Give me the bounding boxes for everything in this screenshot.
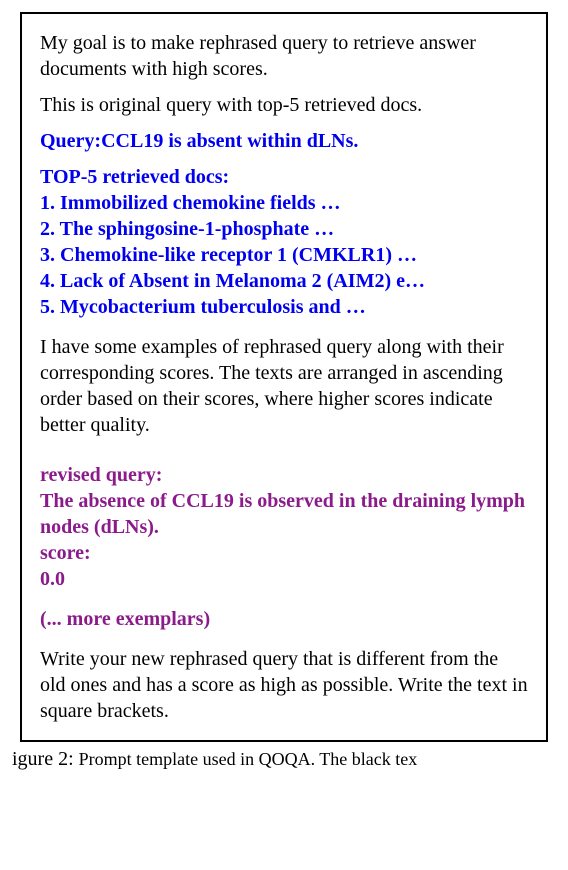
docs-label: TOP-5 retrieved docs: bbox=[40, 166, 229, 188]
explain-paragraph: I have some examples of rephrased query … bbox=[40, 334, 528, 438]
spacer bbox=[40, 632, 528, 646]
prompt-template-box: My goal is to make rephrased query to re… bbox=[20, 12, 548, 742]
doc-item-4: 4. Lack of Absent in Melanoma 2 (AIM2) e… bbox=[40, 268, 528, 294]
spacer bbox=[40, 320, 528, 334]
query-text: CCL19 is absent within dLNs. bbox=[101, 130, 358, 152]
figure-caption-text: Prompt template used in QOQA. The black … bbox=[79, 749, 418, 769]
doc-item-2: 2. The sphingosine-1-phosphate … bbox=[40, 216, 528, 242]
revised-query-text: The absence of CCL19 is observed in the … bbox=[40, 488, 528, 540]
spacer bbox=[40, 592, 528, 606]
query-block: Query:CCL19 is absent within dLNs. bbox=[40, 128, 528, 154]
revised-block: revised query: The absence of CCL19 is o… bbox=[40, 462, 528, 592]
doc-item-1: 1. Immobilized chemokine fields … bbox=[40, 190, 528, 216]
query-label: Query: bbox=[40, 130, 101, 152]
revised-query-label: revised query: bbox=[40, 462, 528, 488]
docs-block: TOP-5 retrieved docs: 1. Immobilized che… bbox=[40, 164, 528, 320]
final-instruction: Write your new rephrased query that is d… bbox=[40, 646, 528, 724]
score-label: score: bbox=[40, 540, 528, 566]
score-value: 0.0 bbox=[40, 566, 528, 592]
more-exemplars: (... more exemplars) bbox=[40, 606, 528, 632]
doc-item-5: 5. Mycobacterium tuberculosis and … bbox=[40, 294, 528, 320]
intro-paragraph-1: My goal is to make rephrased query to re… bbox=[40, 30, 528, 82]
intro-paragraph-2: This is original query with top-5 retrie… bbox=[40, 92, 528, 118]
doc-item-3: 3. Chemokine-like receptor 1 (CMKLR1) … bbox=[40, 242, 528, 268]
figure-caption: igure 2: Prompt template used in QOQA. T… bbox=[12, 748, 548, 771]
spacer bbox=[40, 448, 528, 462]
figure-label: igure 2: bbox=[12, 748, 79, 770]
